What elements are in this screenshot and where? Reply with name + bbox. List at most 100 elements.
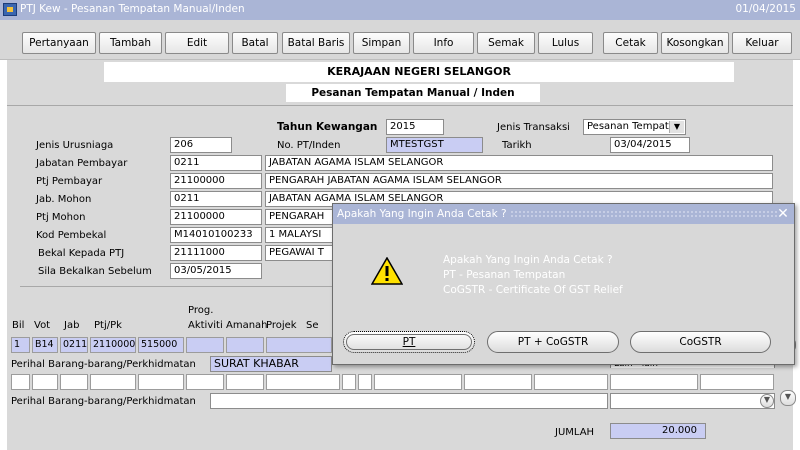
tarikh-label: Tarikh <box>502 140 532 151</box>
window-date: 01/04/2015 <box>735 3 796 15</box>
ptj-pembayar-label: Ptj Pembayar <box>36 176 103 187</box>
row2-ptjpk[interactable] <box>90 374 136 390</box>
kosongkan-button[interactable]: Kosongkan <box>661 32 729 54</box>
dialog-line-cogstr: CoGSTR - Certificate Of GST Relief <box>443 284 623 296</box>
window-titlebar: PTJ Kew - Pesanan Tempatan Manual/Inden … <box>0 0 800 20</box>
tahun-kewangan-label: Tahun Kewangan <box>277 121 378 133</box>
unit-field-2[interactable] <box>610 393 775 409</box>
pt-cogstr-button[interactable]: PT + CoGSTR <box>487 331 619 353</box>
col-header-projek: Projek <box>266 320 297 331</box>
row1-aktiviti[interactable]: 515000 <box>138 337 184 353</box>
cogstr-button[interactable]: CoGSTR <box>630 331 771 353</box>
jenis-urusniaga-field[interactable]: 206 <box>170 137 232 153</box>
perihal-field-2[interactable] <box>210 393 608 409</box>
sila-bekalkan-label: Sila Bekalkan Sebelum <box>38 266 152 277</box>
chevron-down-icon[interactable]: ▼ <box>760 394 774 408</box>
divider <box>7 105 793 106</box>
no-pt-label: No. PT/Inden <box>277 140 341 151</box>
pt-button[interactable]: PT <box>343 331 475 353</box>
warning-icon <box>371 257 403 285</box>
col-header-vot: Vot <box>34 320 51 331</box>
jab-mohon-label: Jab. Mohon <box>36 194 92 205</box>
tambah-button[interactable]: Tambah <box>99 32 162 54</box>
close-icon[interactable]: ✕ <box>775 204 791 224</box>
row2-jab[interactable] <box>60 374 88 390</box>
pertanyaan-button[interactable]: Pertanyaan <box>22 32 96 54</box>
jab-mohon-code[interactable]: 0211 <box>170 191 262 207</box>
window-title: PTJ Kew - Pesanan Tempatan Manual/Inden <box>20 3 245 15</box>
row2-vot[interactable] <box>32 374 58 390</box>
row1-bil[interactable]: 1 <box>11 337 30 353</box>
row1-amanah[interactable] <box>186 337 224 353</box>
batal-baris-button[interactable]: Batal Baris <box>282 32 350 54</box>
batal-button[interactable]: Batal <box>232 32 278 54</box>
semak-button[interactable]: Semak <box>477 32 535 54</box>
jenis-transaksi-value: Pesanan Tempatan <box>587 121 682 132</box>
row1-jab[interactable]: 0211 <box>60 337 88 353</box>
row2-cell[interactable] <box>358 374 372 390</box>
row1-vot[interactable]: B14 <box>32 337 58 353</box>
simpan-button[interactable]: Simpan <box>353 32 410 54</box>
row1-projek[interactable] <box>226 337 264 353</box>
dialog-title: Apakah Yang Ingin Anda Cetak ? <box>337 208 507 220</box>
col-header-prog: Prog. <box>188 305 214 316</box>
row2-aktiviti[interactable] <box>138 374 184 390</box>
bekal-kepada-code[interactable]: 21111000 <box>170 245 262 261</box>
app-icon <box>3 3 17 16</box>
row2-cell[interactable] <box>464 374 532 390</box>
jumlah-field: 20.000 <box>610 423 706 439</box>
chevron-down-icon[interactable]: ▼ <box>669 121 684 133</box>
ptj-mohon-label: Ptj Mohon <box>36 212 86 223</box>
ptj-pembayar-code[interactable]: 21100000 <box>170 173 262 189</box>
col-header-aktiviti: Aktiviti <box>188 320 223 331</box>
bekal-kepada-name: PEGAWAI T <box>265 245 335 261</box>
ptj-mohon-name: PENGARAH <box>265 209 335 225</box>
cetak-button[interactable]: Cetak <box>603 32 658 54</box>
col-header-amanah: Amanah <box>226 320 268 331</box>
row2-cell[interactable] <box>342 374 356 390</box>
jabatan-pembayar-label: Jabatan Pembayar <box>36 158 128 169</box>
page-subtitle: Pesanan Tempatan Manual / Inden <box>286 84 540 102</box>
jabatan-pembayar-name: JABATAN AGAMA ISLAM SELANGOR <box>265 155 773 171</box>
page-title: KERAJAAN NEGERI SELANGOR <box>104 62 734 82</box>
row2-projek[interactable] <box>226 374 264 390</box>
titlebar-pattern <box>510 210 778 218</box>
jabatan-pembayar-code[interactable]: 0211 <box>170 155 262 171</box>
col-header-ptjpk: Ptj/Pk <box>94 320 122 331</box>
perihal-field[interactable]: SURAT KHABAR <box>210 356 332 372</box>
sila-bekalkan-field[interactable]: 03/05/2015 <box>170 263 262 279</box>
keluar-button[interactable]: Keluar <box>732 32 792 54</box>
jumlah-label: JUMLAH <box>555 427 595 438</box>
dialog-titlebar: Apakah Yang Ingin Anda Cetak ? ✕ <box>333 204 794 224</box>
perihal-label: Perihal Barang-barang/Perkhidmatan <box>11 359 196 370</box>
pt-button-label: PT <box>402 336 416 348</box>
scroll-down-icon[interactable]: ▼ <box>780 390 796 406</box>
kod-pembekal-label: Kod Pembekal <box>36 230 107 241</box>
col-header-jab: Jab <box>64 320 80 331</box>
print-dialog: Apakah Yang Ingin Anda Cetak ? ✕ Apakah … <box>332 203 795 365</box>
ptj-mohon-code[interactable]: 21100000 <box>170 209 262 225</box>
row2-bil[interactable] <box>11 374 30 390</box>
kod-pembekal-code[interactable]: M14010100233 <box>170 227 262 243</box>
bekal-kepada-label: Bekal Kepada PTJ <box>38 248 125 259</box>
ptj-pembayar-name: PENGARAH JABATAN AGAMA ISLAM SELANGOR <box>265 173 773 189</box>
jenis-transaksi-select[interactable]: Pesanan Tempatan ▼ <box>583 119 686 135</box>
tarikh-field[interactable]: 03/04/2015 <box>610 137 690 153</box>
kod-pembekal-name: 1 MALAYSI <box>265 227 335 243</box>
col-header-bil: Bil <box>12 320 25 331</box>
edit-button[interactable]: Edit <box>165 32 229 54</box>
row2-cell[interactable] <box>534 374 608 390</box>
no-pt-field[interactable]: MTESTGST <box>386 137 483 153</box>
row2-se[interactable] <box>266 374 340 390</box>
info-button[interactable]: Info <box>413 32 474 54</box>
row1-ptjpk[interactable]: 21100000 <box>90 337 136 353</box>
lulus-button[interactable]: Lulus <box>538 32 593 54</box>
row2-cell[interactable] <box>374 374 462 390</box>
dialog-question: Apakah Yang Ingin Anda Cetak ? <box>443 254 613 266</box>
row2-amanah[interactable] <box>186 374 224 390</box>
row2-cell[interactable] <box>610 374 698 390</box>
jenis-transaksi-label: Jenis Transaksi <box>497 122 570 133</box>
row2-cell[interactable] <box>700 374 774 390</box>
row1-se[interactable] <box>266 337 332 353</box>
tahun-kewangan-field[interactable]: 2015 <box>386 119 444 135</box>
